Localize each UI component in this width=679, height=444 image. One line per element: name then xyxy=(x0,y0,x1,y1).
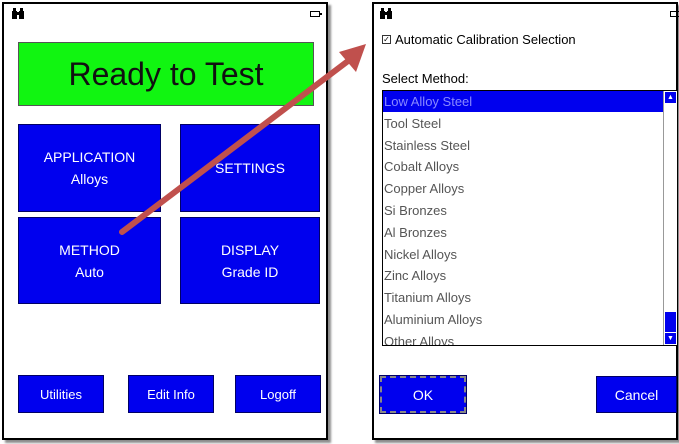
ok-button[interactable]: OK xyxy=(379,375,467,414)
display-value: Grade ID xyxy=(221,263,279,280)
scroll-up-icon[interactable]: ▲ xyxy=(665,92,676,103)
application-title: APPLICATION xyxy=(43,149,136,165)
scroll-down-icon[interactable]: ▼ xyxy=(665,333,676,344)
method-list-item[interactable]: Stainless Steel xyxy=(383,135,664,156)
auto-calibration-checkbox[interactable]: ✓ xyxy=(382,35,391,44)
scroll-thumb[interactable] xyxy=(665,312,676,332)
utilities-button[interactable]: Utilities xyxy=(18,375,104,413)
battery-icon xyxy=(310,11,322,17)
method-list-item[interactable]: Nickel Alloys xyxy=(383,244,664,265)
method-selection-screen: ✓ Automatic Calibration Selection Select… xyxy=(372,2,679,440)
binoculars-icon xyxy=(12,8,24,21)
list-scrollbar[interactable]: ▲ ▼ xyxy=(663,91,677,345)
method-list-item[interactable]: Al Bronzes xyxy=(383,222,664,243)
application-tile[interactable]: APPLICATION Alloys xyxy=(18,124,161,212)
select-method-label: Select Method: xyxy=(382,71,469,86)
method-list-item[interactable]: Zinc Alloys xyxy=(383,265,664,286)
method-list-item[interactable]: Copper Alloys xyxy=(383,178,664,199)
method-title: METHOD xyxy=(59,241,120,258)
method-list-item[interactable]: Low Alloy Steel xyxy=(383,91,664,112)
binoculars-icon xyxy=(380,8,392,21)
battery-icon xyxy=(670,11,679,17)
cancel-button[interactable]: Cancel xyxy=(596,376,677,413)
settings-tile[interactable]: SETTINGS xyxy=(180,124,320,212)
main-screen: Ready to Test APPLICATION Alloys SETTING… xyxy=(2,2,328,440)
method-list-item[interactable]: Titanium Alloys xyxy=(383,287,664,308)
ready-to-test-banner: Ready to Test xyxy=(18,42,314,106)
method-list-item[interactable]: Si Bronzes xyxy=(383,200,664,221)
method-list-item[interactable]: Cobalt Alloys xyxy=(383,156,664,177)
method-list-item[interactable]: Tool Steel xyxy=(383,113,664,134)
method-list-item[interactable]: Other Alloys xyxy=(383,331,664,345)
auto-calibration-row[interactable]: ✓ Automatic Calibration Selection xyxy=(382,32,576,47)
logoff-button[interactable]: Logoff xyxy=(235,375,321,413)
settings-title: SETTINGS xyxy=(214,160,285,176)
method-tile[interactable]: METHOD Auto xyxy=(18,217,161,304)
display-tile[interactable]: DISPLAY Grade ID xyxy=(180,217,320,304)
application-value: Alloys xyxy=(70,171,109,187)
display-title: DISPLAY xyxy=(220,241,280,258)
method-listbox[interactable]: Low Alloy Steel Tool Steel Stainless Steel… xyxy=(382,90,678,346)
auto-calibration-label: Automatic Calibration Selection xyxy=(395,32,576,47)
method-list-item[interactable]: Aluminium Alloys xyxy=(383,309,664,330)
method-value: Auto xyxy=(75,263,104,280)
edit-info-button[interactable]: Edit Info xyxy=(128,375,214,413)
